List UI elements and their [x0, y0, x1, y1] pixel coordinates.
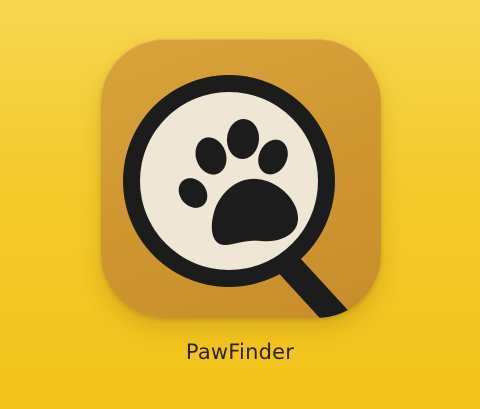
- magnifier-handle: [277, 254, 356, 318]
- app-icon-tile[interactable]: [101, 39, 381, 318]
- paw-magnifier-icon: [123, 75, 356, 318]
- app-name-label[interactable]: PawFinder: [0, 340, 480, 364]
